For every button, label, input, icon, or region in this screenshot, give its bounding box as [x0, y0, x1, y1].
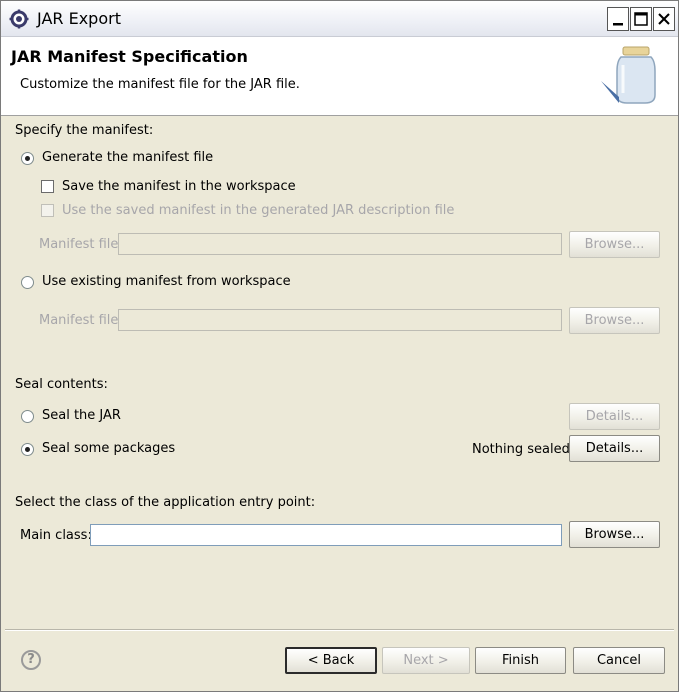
maximize-icon [634, 12, 648, 26]
main-class-browse-button[interactable]: Browse... [569, 521, 660, 548]
seal-jar-radio[interactable] [21, 410, 34, 423]
back-button[interactable]: < Back [285, 647, 377, 674]
generate-manifest-radio[interactable] [21, 152, 34, 165]
seal-jar-label[interactable]: Seal the JAR [42, 408, 121, 423]
jar-export-window: JAR Export JAR Manifest Specification Cu… [0, 0, 679, 692]
finish-button[interactable]: Finish [475, 647, 566, 674]
window-title: JAR Export [37, 9, 121, 28]
manifest-browse-button-generate: Browse... [569, 231, 660, 258]
minimize-icon [613, 23, 623, 26]
seal-some-packages-label[interactable]: Seal some packages [42, 441, 175, 456]
question-circle-icon[interactable]: ? [21, 650, 41, 670]
cancel-button[interactable]: Cancel [573, 647, 665, 674]
footer-separator [5, 629, 674, 631]
entry-point-label: Select the class of the application entr… [15, 495, 316, 510]
save-manifest-checkbox[interactable] [41, 180, 54, 193]
use-existing-manifest-radio[interactable] [21, 276, 34, 289]
seal-jar-details-button: Details... [569, 403, 660, 430]
reuse-manifest-label: Use the saved manifest in the generated … [62, 203, 455, 218]
manifest-file-field-existing [118, 309, 562, 331]
next-button: Next > [382, 647, 470, 674]
wizard-header: JAR Manifest Specification Customize the… [1, 37, 678, 116]
jar-banner-icon [601, 46, 656, 104]
maximize-button[interactable] [630, 7, 652, 31]
generate-manifest-label[interactable]: Generate the manifest file [42, 150, 213, 165]
eclipse-gear-icon [9, 9, 29, 29]
manifest-file-field-generate [118, 233, 562, 255]
title-bar: JAR Export [1, 1, 678, 37]
specify-manifest-label: Specify the manifest: [15, 123, 154, 138]
manifest-file-label-generate: Manifest file: [39, 237, 123, 252]
page-title: JAR Manifest Specification [11, 47, 248, 66]
seal-status-text: Nothing sealed [472, 442, 570, 457]
reuse-manifest-checkbox [41, 204, 54, 217]
seal-packages-details-button[interactable]: Details... [569, 435, 660, 462]
main-class-input[interactable] [90, 524, 562, 546]
main-class-label: Main class: [20, 528, 92, 543]
manifest-browse-button-existing: Browse... [569, 307, 660, 334]
page-description: Customize the manifest file for the JAR … [20, 77, 300, 92]
minimize-button[interactable] [607, 7, 629, 31]
close-icon [658, 13, 670, 25]
use-existing-manifest-label[interactable]: Use existing manifest from workspace [42, 274, 291, 289]
seal-contents-label: Seal contents: [15, 377, 108, 392]
seal-some-packages-radio[interactable] [21, 443, 34, 456]
close-button[interactable] [653, 7, 675, 31]
manifest-file-label-existing: Manifest file: [39, 313, 123, 328]
save-manifest-label[interactable]: Save the manifest in the workspace [62, 179, 296, 194]
